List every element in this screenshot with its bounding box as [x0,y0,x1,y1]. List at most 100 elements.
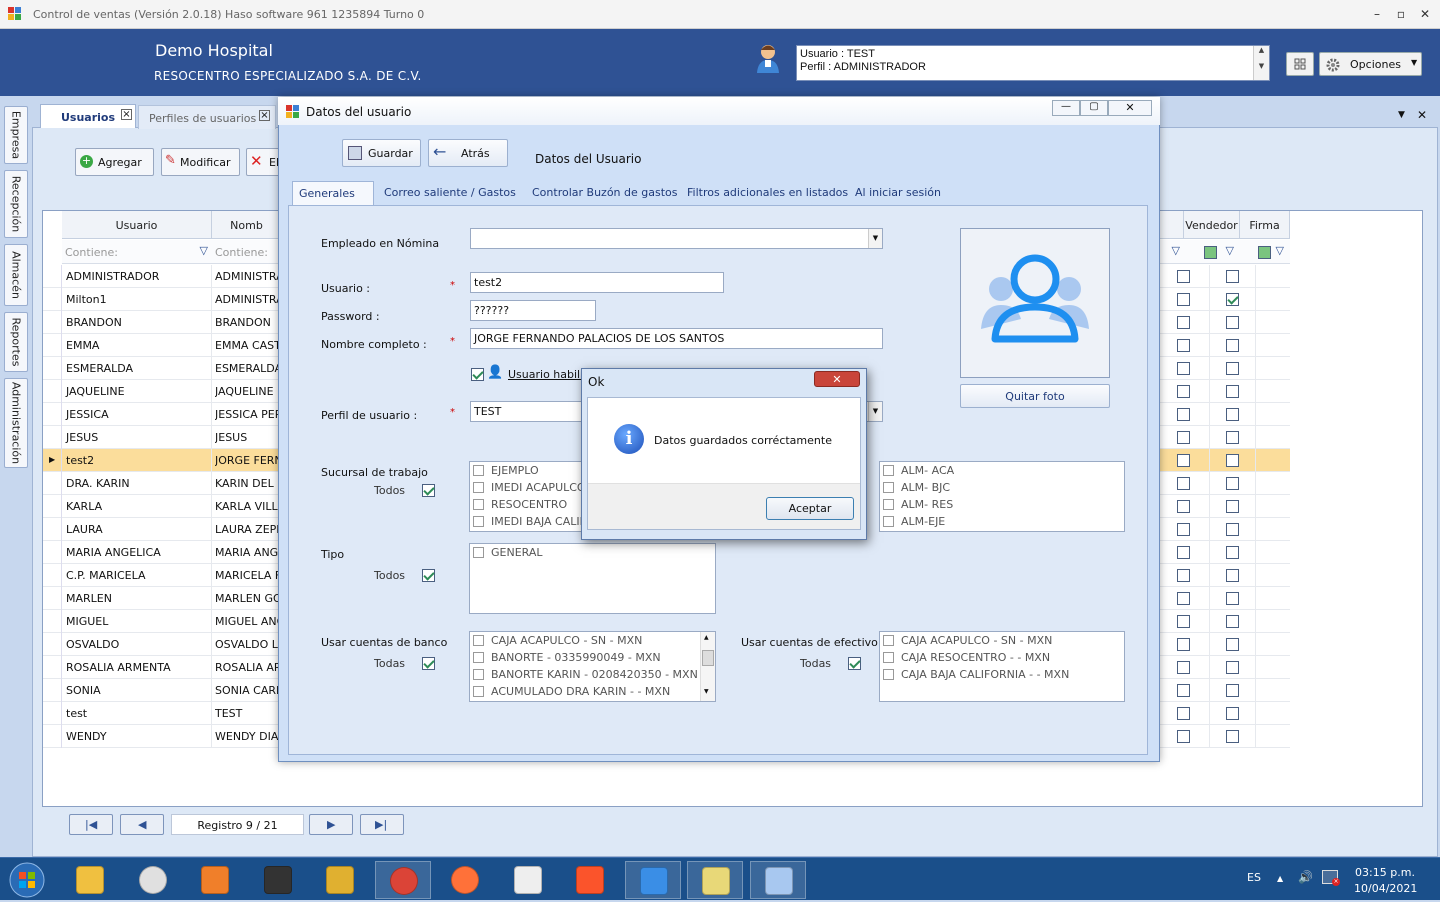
taskbar-app-remote-app[interactable] [749,861,806,899]
close-all-icon[interactable]: ✕ [1417,108,1427,122]
signature-checkbox[interactable] [1226,454,1239,467]
column-header-firma[interactable]: Firma [1240,211,1290,239]
taskbar-app-brave[interactable] [562,861,618,899]
cell-vendedor[interactable] [1156,265,1210,288]
cell-firma[interactable] [1210,656,1256,679]
seller-checkbox[interactable] [1177,523,1190,536]
cell-firma[interactable] [1210,265,1256,288]
speaker-icon[interactable]: 🔊 [1298,870,1313,884]
back-button[interactable]: ← Atrás [428,139,508,167]
signature-checkbox[interactable] [1226,477,1239,490]
column-header-usuario[interactable]: Usuario [62,211,212,239]
options-button[interactable]: Opciones ▼ [1319,52,1422,76]
signature-checkbox[interactable] [1226,523,1239,536]
seller-checkbox[interactable] [1177,661,1190,674]
cell-firma[interactable] [1210,725,1256,748]
taskbar-app-sublime[interactable] [250,861,306,899]
cell-firma[interactable] [1210,334,1256,357]
tab-filtros[interactable]: Filtros adicionales en listados [681,181,854,205]
taskbar-app-media-player[interactable] [187,861,243,899]
signature-checkbox[interactable] [1226,270,1239,283]
remove-photo-button[interactable]: Quitar foto [960,384,1110,408]
seller-checkbox[interactable] [1177,477,1190,490]
cell-vendedor[interactable] [1156,472,1210,495]
filter-icon[interactable]: ▽ [1226,244,1234,257]
list-item-checkbox[interactable] [883,465,894,476]
signature-checkbox[interactable] [1226,730,1239,743]
sidebar-item-recepcion[interactable]: Recepción [4,170,28,238]
seller-checkbox[interactable] [1177,500,1190,513]
seller-checkbox[interactable] [1177,362,1190,375]
accept-button[interactable]: Aceptar [766,497,854,520]
chevron-down-icon[interactable]: ▼ [868,402,882,421]
cell-vendedor[interactable] [1156,288,1210,311]
cell-firma[interactable] [1210,426,1256,449]
clock-date[interactable]: 10/04/2021 [1354,882,1417,895]
taskbar-app-app[interactable] [312,861,368,899]
seller-checkbox[interactable] [1177,569,1190,582]
column-header-nombre[interactable]: Nomb [212,211,282,239]
filter-partial[interactable]: ▽ [1156,240,1184,264]
cell-vendedor[interactable] [1156,564,1210,587]
cell-firma[interactable] [1210,633,1256,656]
cell-firma[interactable] [1210,679,1256,702]
cell-vendedor[interactable] [1156,518,1210,541]
tab-buzon-gastos[interactable]: Controlar Buzón de gastos [526,181,684,205]
cell-firma[interactable] [1210,311,1256,334]
sidebar-item-almacen[interactable]: Almacén [4,244,28,306]
cell-firma[interactable] [1210,702,1256,725]
last-record-button[interactable]: ▶| [360,814,404,835]
seller-checkbox[interactable] [1177,615,1190,628]
cell-firma[interactable] [1210,449,1256,472]
seller-checkbox[interactable] [1177,339,1190,352]
dialog-maximize-button[interactable]: ▢ [1080,100,1108,116]
list-item-checkbox[interactable] [883,669,894,680]
clock-time[interactable]: 03:15 p.m. [1354,866,1416,879]
tab-generales[interactable]: Generales [292,181,374,205]
next-record-button[interactable]: ▶ [309,814,353,835]
seller-checkbox[interactable] [1177,638,1190,651]
list-item-checkbox[interactable] [883,652,894,663]
sidebar-item-empresa[interactable]: Empresa [4,106,28,164]
cell-firma[interactable] [1210,403,1256,426]
network-icon[interactable]: × [1322,870,1340,886]
cell-vendedor[interactable] [1156,426,1210,449]
list-item-checkbox[interactable] [473,652,484,663]
all-types-checkbox[interactable] [422,569,435,582]
close-tab-icon[interactable]: × [121,109,132,120]
signature-checkbox[interactable] [1226,500,1239,513]
signature-checkbox[interactable] [1226,592,1239,605]
cell-vendedor[interactable] [1156,334,1210,357]
signature-checkbox[interactable] [1226,638,1239,651]
prev-record-button[interactable]: ◀ [120,814,164,835]
list-scrollbar[interactable]: ▲ ▼ [700,632,715,701]
sidebar-item-reportes[interactable]: Reportes [4,312,28,372]
filter-icon[interactable]: ▽ [200,244,208,257]
signature-checkbox[interactable] [1226,546,1239,559]
fullname-input[interactable]: JORGE FERNANDO PALACIOS DE LOS SANTOS [470,328,883,349]
list-item-checkbox[interactable] [883,499,894,510]
cell-firma[interactable] [1210,541,1256,564]
cell-vendedor[interactable] [1156,380,1210,403]
seller-checkbox[interactable] [1177,270,1190,283]
seller-checkbox[interactable] [1177,684,1190,697]
seller-checkbox[interactable] [1177,431,1190,444]
chevron-down-icon[interactable]: ▼ [868,229,882,248]
taskbar-app-chrome[interactable] [374,861,431,899]
cell-vendedor[interactable] [1156,702,1210,725]
filter-firma[interactable]: ▽ [1240,240,1290,264]
filter-nombre[interactable]: Contiene: [212,240,282,264]
filter-icon[interactable]: ▽ [1172,244,1180,257]
signature-checkbox[interactable] [1226,431,1239,444]
cell-vendedor[interactable] [1156,403,1210,426]
list-item-checkbox[interactable] [473,482,484,493]
filter-icon[interactable]: ▽ [1276,244,1284,257]
sidebar-item-administracion[interactable]: Administración [4,378,28,468]
cell-vendedor[interactable] [1156,679,1210,702]
cell-vendedor[interactable] [1156,587,1210,610]
taskbar-app-paint[interactable] [125,861,181,899]
filter-usuario[interactable]: Contiene: ▽ [62,240,212,264]
all-cash-checkbox[interactable] [848,657,861,670]
tab-usuarios[interactable]: Usuarios × [40,104,136,128]
dialog-minimize-button[interactable]: — [1052,100,1080,116]
